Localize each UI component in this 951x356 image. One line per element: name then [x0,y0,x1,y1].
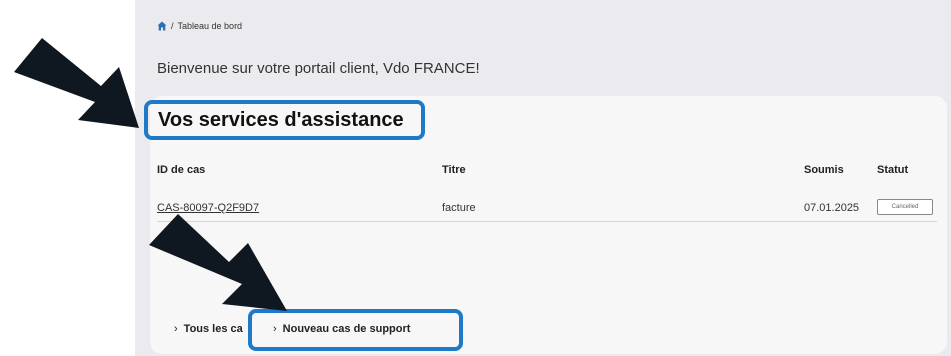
chevron-right-icon: › [273,323,277,335]
home-icon[interactable] [157,21,167,31]
new-case-label: Nouveau cas de support [282,323,411,335]
case-id-link[interactable]: CAS-80097-Q2F9D7 [157,202,259,214]
arrow-to-title [14,38,139,128]
all-cases-label: Tous les ca [183,323,243,335]
column-header-status[interactable]: Statut [877,164,908,176]
breadcrumb: / Tableau de bord [157,21,242,31]
breadcrumb-separator: / [171,21,174,31]
new-case-link[interactable]: › Nouveau cas de support [273,323,410,335]
column-header-title[interactable]: Titre [442,164,466,176]
title-highlight-box [144,100,425,140]
all-cases-link[interactable]: › Tous les ca [174,323,243,335]
case-title: facture [442,202,476,214]
table-row-divider [157,221,937,222]
chevron-right-icon: › [174,323,178,335]
case-submitted-date: 07.01.2025 [804,202,860,214]
column-header-case-id[interactable]: ID de cas [157,164,205,176]
column-header-submitted[interactable]: Soumis [804,164,844,176]
breadcrumb-current: Tableau de bord [177,21,243,31]
welcome-message: Bienvenue sur votre portail client, Vdo … [157,60,480,77]
status-badge: Cancelled [877,199,933,215]
